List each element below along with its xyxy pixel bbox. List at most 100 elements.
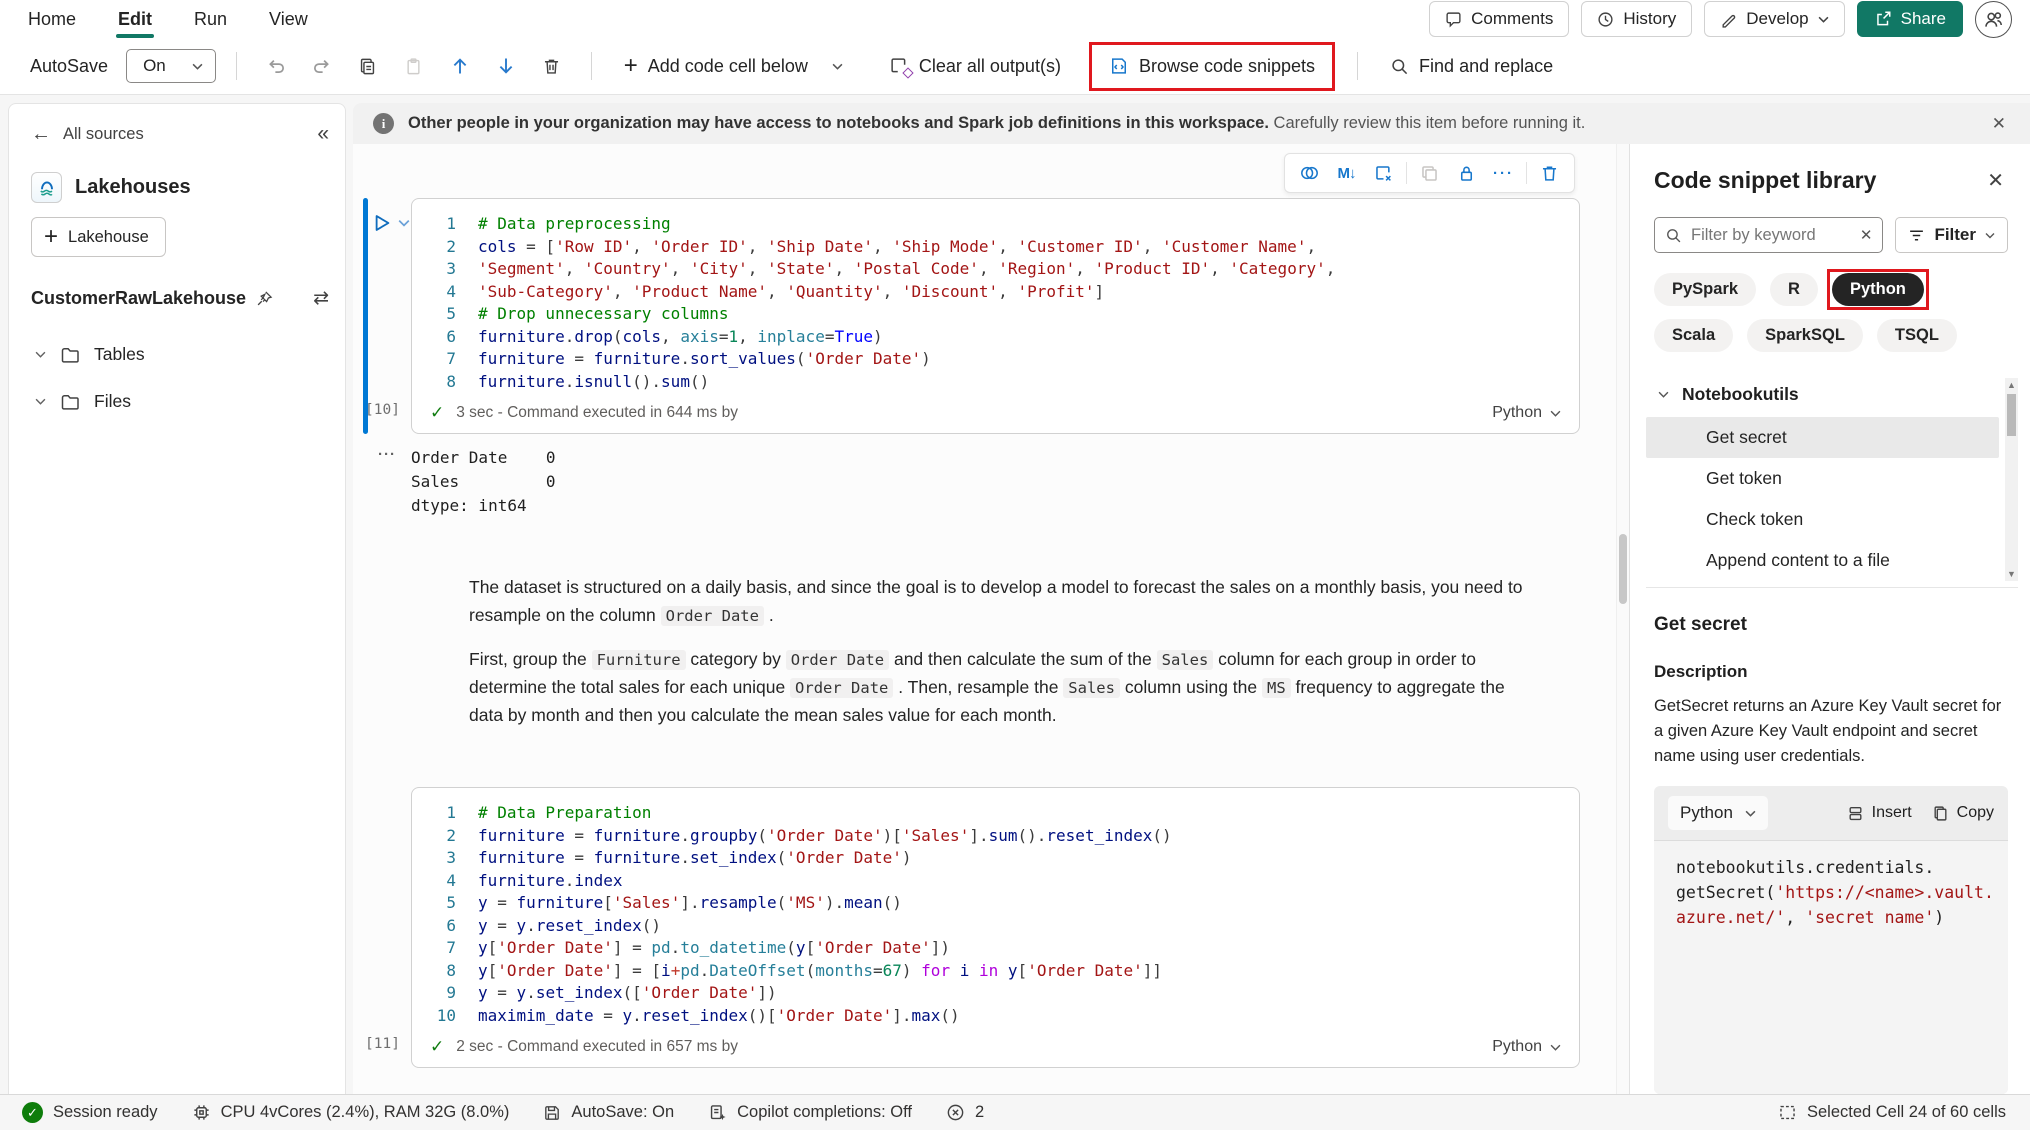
copy-snippet-button[interactable]: Copy xyxy=(1932,804,1994,822)
code-cell-1[interactable]: [10] M↓ xyxy=(363,198,1580,434)
snippet-group-notebookutils[interactable]: Notebookutils xyxy=(1646,378,1999,417)
share-button[interactable]: Share xyxy=(1857,1,1963,37)
resource-usage[interactable]: CPU 4vCores (2.4%), RAM 32G (8.0%) xyxy=(192,1103,510,1122)
clear-filter-icon[interactable]: ✕ xyxy=(1860,226,1873,244)
paste-cell-button[interactable] xyxy=(395,47,433,85)
clear-all-outputs-button[interactable]: Clear all output(s) xyxy=(877,48,1073,85)
panel-title: Code snippet library xyxy=(1654,167,1876,194)
tab-run[interactable]: Run xyxy=(192,3,229,36)
session-status[interactable]: ✓ Session ready xyxy=(22,1102,158,1123)
output-collapse-dots[interactable]: ··· xyxy=(363,446,411,518)
chevron-down-icon xyxy=(1550,410,1561,417)
run-cell-button[interactable] xyxy=(374,214,391,232)
language-pill-sparksql[interactable]: SparkSQL xyxy=(1747,319,1863,352)
snippet-list-scrollbar[interactable]: ▲ ▼ xyxy=(2005,378,2018,581)
tab-view[interactable]: View xyxy=(267,3,310,36)
insert-snippet-button[interactable]: Insert xyxy=(1847,804,1912,822)
snippet-item[interactable]: Check token xyxy=(1646,499,1999,540)
redo-button[interactable] xyxy=(303,47,341,85)
folder-icon xyxy=(60,345,80,365)
banner-close-icon[interactable]: ✕ xyxy=(1986,110,2012,138)
snippet-item[interactable]: Append content to a file xyxy=(1646,540,1999,581)
scroll-up-icon[interactable]: ▲ xyxy=(2005,380,2018,390)
comments-button[interactable]: Comments xyxy=(1429,1,1569,37)
develop-button[interactable]: Develop xyxy=(1704,1,1844,37)
more-cell-actions-icon[interactable]: ··· xyxy=(1487,159,1520,187)
back-arrow-icon[interactable]: ← xyxy=(31,123,51,146)
delete-cell-button[interactable] xyxy=(533,47,571,85)
cell-language-select[interactable]: Python xyxy=(1492,1038,1561,1056)
chevron-down-icon xyxy=(1818,16,1829,23)
run-options-chevron-icon[interactable] xyxy=(398,219,410,227)
error-count[interactable]: 2 xyxy=(946,1103,984,1122)
copilot-status[interactable]: Copilot completions: Off xyxy=(708,1103,912,1122)
snippet-description: GetSecret returns an Azure Key Vault sec… xyxy=(1654,694,2008,768)
files-label: Files xyxy=(94,391,131,412)
snippet-code[interactable]: notebookutils.credentials.getSecret('htt… xyxy=(1654,841,2008,1094)
language-pill-r[interactable]: R xyxy=(1770,273,1818,306)
add-lakehouse-button[interactable]: + Lakehouse xyxy=(31,217,166,257)
code-cell-2[interactable]: [11] 1# Data Preparation2furniture = fur… xyxy=(363,787,1580,1068)
language-pill-tsql[interactable]: TSQL xyxy=(1877,319,1957,352)
filter-button[interactable]: Filter xyxy=(1895,217,2008,253)
cell-code[interactable]: 1# Data preprocessing2cols = ['Row ID', … xyxy=(428,213,1561,393)
add-code-cell-button[interactable]: + Add code cell below xyxy=(612,46,855,86)
all-sources-label[interactable]: All sources xyxy=(63,125,144,144)
undo-button[interactable] xyxy=(257,47,295,85)
error-count-label: 2 xyxy=(975,1103,984,1122)
collapse-pane-icon[interactable]: « xyxy=(317,122,329,146)
lakehouses-title: Lakehouses xyxy=(75,176,191,199)
snippet-item[interactable]: Get secret xyxy=(1646,417,1999,458)
browse-snippets-label: Browse code snippets xyxy=(1139,56,1315,77)
autosave-select[interactable]: On xyxy=(126,49,216,83)
search-icon xyxy=(1665,227,1682,244)
account-button[interactable] xyxy=(1975,1,2012,38)
snippet-item[interactable]: Get token xyxy=(1646,458,1999,499)
copilot-cell-icon[interactable] xyxy=(1293,159,1326,187)
browse-code-snippets-button[interactable]: Browse code snippets xyxy=(1097,48,1327,85)
move-cell-up-button[interactable] xyxy=(441,47,479,85)
lakehouse-name[interactable]: CustomerRawLakehouse xyxy=(31,288,246,309)
tree-node-tables[interactable]: Tables xyxy=(31,344,329,365)
close-panel-icon[interactable]: ✕ xyxy=(1983,166,2008,195)
cell-selection-status[interactable]: Selected Cell 24 of 60 cells xyxy=(1778,1103,2006,1122)
people-icon xyxy=(1983,9,2004,30)
plus-icon: + xyxy=(624,54,638,78)
workspace-warning-banner: i Other people in your organization may … xyxy=(353,103,2030,144)
notebook-scrollbar[interactable] xyxy=(1616,144,1629,1094)
comments-label: Comments xyxy=(1471,9,1553,29)
snippet-code-block: Python Insert Copy xyxy=(1654,786,2008,1094)
find-replace-button[interactable]: Find and replace xyxy=(1378,48,1565,85)
tab-edit[interactable]: Edit xyxy=(116,3,154,36)
copy-cell-button[interactable] xyxy=(349,47,387,85)
convert-to-markdown-icon[interactable]: M↓ xyxy=(1330,159,1363,187)
copilot-status-label: Copilot completions: Off xyxy=(737,1103,912,1122)
pin-icon[interactable] xyxy=(256,290,273,307)
lock-cell-icon[interactable] xyxy=(1450,159,1483,187)
snippet-filter-input[interactable]: Filter by keyword ✕ xyxy=(1654,217,1883,253)
scrollbar-thumb[interactable] xyxy=(2007,394,2016,436)
tab-home[interactable]: Home xyxy=(26,3,78,36)
cell-code[interactable]: 1# Data Preparation2furniture = furnitur… xyxy=(428,802,1561,1027)
move-cell-down-button[interactable] xyxy=(487,47,525,85)
cell-language-select[interactable]: Python xyxy=(1492,404,1561,422)
snippet-language-select[interactable]: Python xyxy=(1668,796,1768,830)
redo-icon xyxy=(312,56,332,76)
snippet-language-value: Python xyxy=(1680,803,1733,823)
scroll-down-icon[interactable]: ▼ xyxy=(2005,569,2018,579)
markdown-cell[interactable]: The dataset is structured on a daily bas… xyxy=(469,574,1540,729)
duplicate-cell-icon[interactable] xyxy=(1413,159,1446,187)
language-pill-scala[interactable]: Scala xyxy=(1654,319,1733,352)
language-pill-pyspark[interactable]: PySpark xyxy=(1654,273,1756,306)
chevron-down-icon xyxy=(1550,1044,1561,1051)
chevron-down-icon xyxy=(1745,810,1756,817)
history-button[interactable]: History xyxy=(1581,1,1692,37)
tree-node-files[interactable]: Files xyxy=(31,391,329,412)
language-pill-python[interactable]: Python xyxy=(1832,273,1924,306)
clear-cell-output-icon[interactable] xyxy=(1367,159,1400,187)
execution-count: [10] xyxy=(365,402,400,418)
switch-lakehouse-icon[interactable]: ⇄ xyxy=(313,287,329,310)
autosave-status[interactable]: AutoSave: On xyxy=(543,1103,674,1122)
scrollbar-thumb[interactable] xyxy=(1619,534,1627,604)
delete-cell-icon[interactable] xyxy=(1533,159,1566,187)
